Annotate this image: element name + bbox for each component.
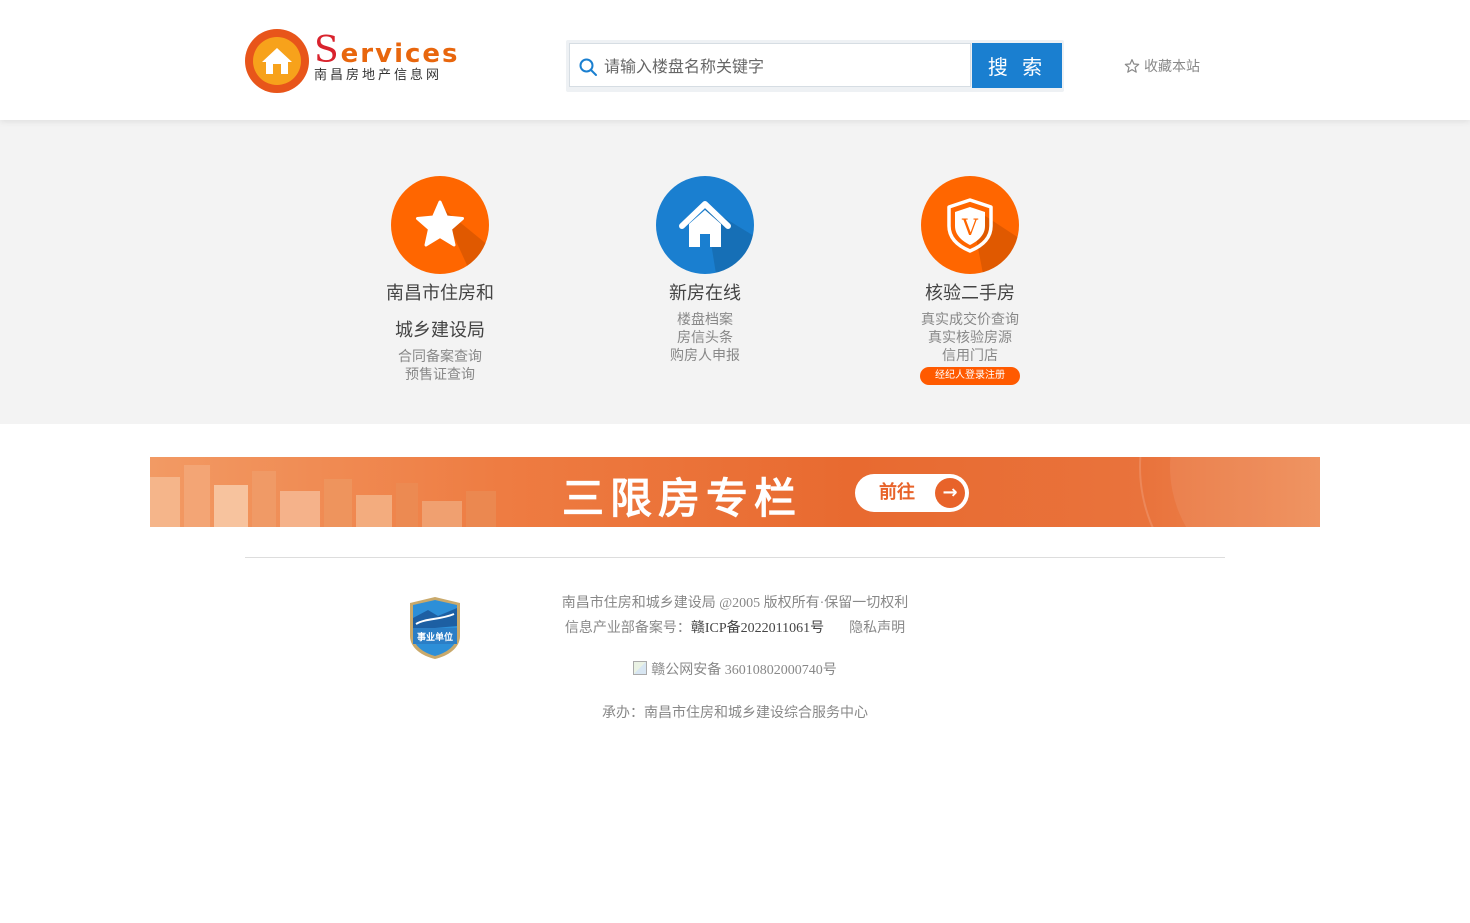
link-buyer-declaration[interactable]: 购房人申报: [605, 347, 805, 365]
link-presale-permit-query[interactable]: 预售证查询: [340, 366, 540, 384]
services-band: 南昌市住房和 城乡建设局 合同备案查询 预售证查询 新房在线 楼盘档案 房信头条…: [0, 120, 1470, 424]
broken-image-icon: [633, 661, 648, 675]
service-title: 核验二手房: [925, 283, 1015, 304]
link-contract-filing-query[interactable]: 合同备案查询: [340, 348, 540, 366]
service-title-line2: 城乡建设局: [395, 320, 485, 341]
three-limit-housing-banner[interactable]: 三限房专栏 前往 →: [150, 457, 1320, 527]
banner-title: 三限房专栏: [562, 474, 803, 523]
favorite-site-link[interactable]: 收藏本站: [1124, 56, 1200, 76]
service-title: 新房在线: [669, 283, 741, 304]
link-real-price-query[interactable]: 真实成交价查询: [870, 311, 1070, 329]
link-verified-listings[interactable]: 真实核验房源: [870, 329, 1070, 347]
footer-police-row: 赣公网安备 36010802000740号: [0, 659, 1470, 679]
service-title: 南昌市住房和: [386, 283, 494, 304]
house-icon[interactable]: [656, 176, 754, 274]
banner-decor-circles: [1139, 457, 1320, 527]
banner-go-label: 前往: [879, 482, 915, 503]
icp-number-link[interactable]: 赣ICP备2022011061号: [691, 621, 824, 636]
icp-prefix: 信息产业部备案号：: [564, 621, 691, 636]
search-bar: 搜 索: [566, 40, 1064, 92]
shield-v-icon[interactable]: V: [921, 176, 1019, 274]
footer-divider: [245, 557, 1225, 558]
police-record-link[interactable]: 赣公网安备 36010802000740号: [651, 663, 837, 678]
banner-go-button[interactable]: 前往 →: [855, 474, 969, 512]
star-icon[interactable]: [391, 176, 489, 274]
site-logo[interactable]: Services 南昌房地产信息网: [244, 28, 458, 94]
svg-text:V: V: [961, 216, 979, 241]
privacy-statement-link[interactable]: 隐私声明: [849, 621, 905, 636]
search-input[interactable]: [602, 44, 966, 88]
footer-icp-row: 信息产业部备案号：赣ICP备2022011061号 隐私声明: [0, 617, 1470, 637]
link-credit-stores[interactable]: 信用门店: [870, 347, 1070, 365]
footer-copyright: 南昌市住房和城乡建设局 @2005 版权所有·保留一切权利: [561, 596, 909, 611]
link-property-archive[interactable]: 楼盘档案: [605, 311, 805, 329]
favorite-label: 收藏本站: [1144, 59, 1200, 75]
service-second-hand-verify: V 核验二手房 真实成交价查询 真实核验房源 信用门店 经纪人登录注册: [870, 176, 1070, 385]
logo-emblem-icon: [245, 29, 309, 93]
agent-login-register-button[interactable]: 经纪人登录注册: [920, 367, 1020, 385]
search-icon: [579, 58, 597, 76]
search-button[interactable]: 搜 索: [972, 43, 1062, 88]
link-housing-news[interactable]: 房信头条: [605, 329, 805, 347]
footer-organizer: 承办：南昌市住房和城乡建设综合服务中心: [602, 706, 868, 721]
service-new-homes: 新房在线 楼盘档案 房信头条 购房人申报: [605, 176, 805, 365]
search-box: [569, 43, 971, 88]
service-housing-bureau: 南昌市住房和 城乡建设局 合同备案查询 预售证查询: [340, 176, 540, 384]
site-header: Services 南昌房地产信息网 搜 索 收藏本站: [0, 0, 1470, 120]
star-outline-icon: [1124, 59, 1140, 73]
arrow-right-icon: →: [935, 478, 965, 508]
city-buildings-graphic: [150, 465, 496, 527]
logo-subtitle: 南昌房地产信息网: [314, 68, 443, 83]
